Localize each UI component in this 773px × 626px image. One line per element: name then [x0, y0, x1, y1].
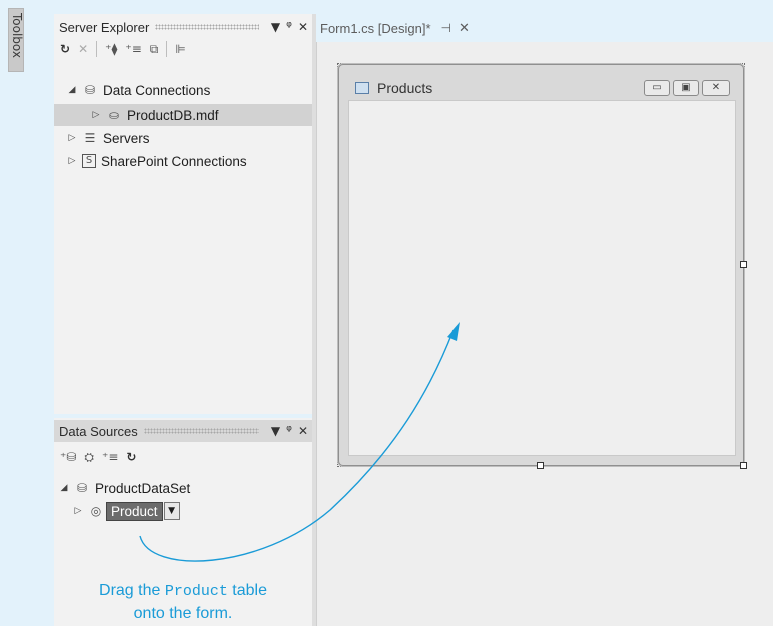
drag-arrow-head — [447, 322, 460, 341]
drag-arrow-path — [139, 329, 454, 562]
drag-arrow — [139, 322, 460, 562]
